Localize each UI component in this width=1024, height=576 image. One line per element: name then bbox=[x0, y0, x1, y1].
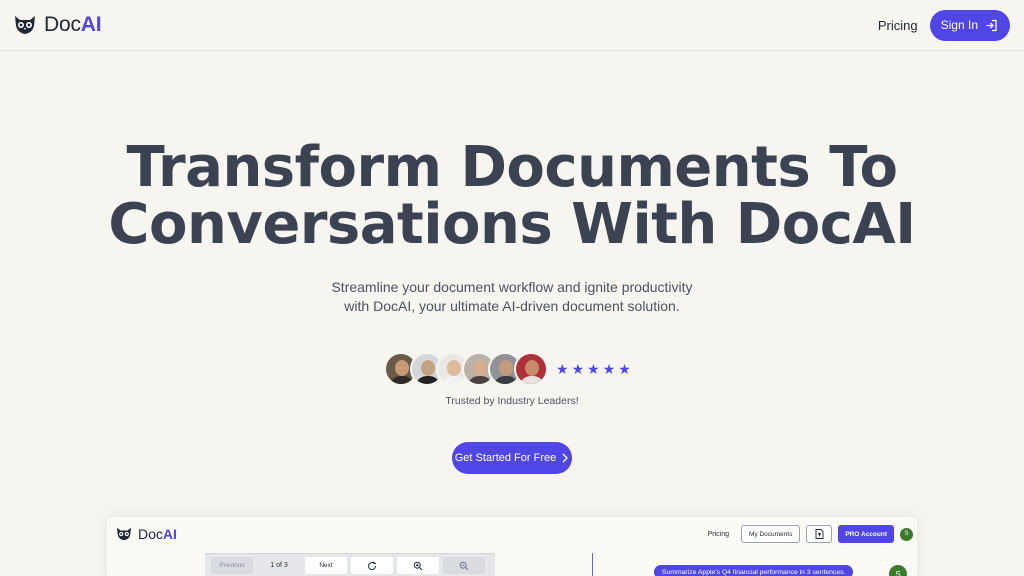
leader-avatars bbox=[384, 352, 548, 386]
brand-logo[interactable]: DocAI bbox=[14, 13, 102, 37]
top-nav: Pricing Sign In bbox=[878, 9, 1010, 41]
my-documents-button[interactable]: My Documents bbox=[740, 525, 801, 543]
sign-in-button[interactable]: Sign In bbox=[929, 9, 1010, 41]
sign-in-label: Sign In bbox=[940, 18, 978, 32]
previous-button[interactable]: Previous bbox=[211, 557, 253, 574]
pdf-toolbar: Previous 1 of 3 Next bbox=[205, 553, 495, 576]
preview-pricing-link[interactable]: Pricing bbox=[708, 531, 729, 538]
user-avatar[interactable]: S bbox=[900, 527, 913, 541]
owl-logo-icon bbox=[15, 16, 35, 34]
trust-row: ★ ★ ★ ★ ★ bbox=[384, 352, 631, 386]
star-icon: ★ bbox=[618, 361, 631, 377]
chat-message-bubble: Summarize Apple's Q4 financial performan… bbox=[654, 565, 854, 576]
preview-nav: Pricing My Documents PRO Account S bbox=[708, 525, 913, 543]
brand-name: DocAI bbox=[44, 13, 102, 36]
owl-logo-icon bbox=[117, 527, 131, 541]
get-started-label: Get Started For Free bbox=[454, 452, 557, 464]
rating-stars: ★ ★ ★ ★ ★ bbox=[556, 362, 631, 376]
preview-brand: DocAI bbox=[116, 526, 177, 542]
site-header: DocAI Pricing Sign In bbox=[0, 0, 1024, 51]
next-button[interactable]: Next bbox=[305, 557, 347, 574]
page-indicator: 1 of 3 bbox=[270, 562, 288, 569]
star-icon: ★ bbox=[571, 361, 585, 377]
sign-in-arrow-icon bbox=[986, 19, 997, 31]
pro-account-button[interactable]: PRO Account bbox=[838, 525, 894, 543]
upload-file-button[interactable] bbox=[806, 525, 833, 543]
zoom-in-icon bbox=[413, 561, 423, 570]
hero-title-line-2: Conversations With DocAI bbox=[108, 192, 916, 257]
star-icon: ★ bbox=[587, 361, 600, 377]
get-started-button[interactable]: Get Started For Free bbox=[452, 442, 572, 474]
app-preview: DocAI Pricing My Documents PRO Account S… bbox=[107, 517, 917, 576]
star-icon: ★ bbox=[602, 361, 616, 377]
zoom-out-button[interactable] bbox=[443, 557, 485, 574]
rotate-button[interactable] bbox=[351, 557, 393, 574]
avatar bbox=[514, 352, 548, 386]
pricing-link[interactable]: Pricing bbox=[878, 18, 918, 33]
star-icon: ★ bbox=[556, 361, 569, 377]
file-icon bbox=[815, 529, 824, 539]
zoom-in-button[interactable] bbox=[397, 557, 439, 574]
trusted-label: Trusted by Industry Leaders! bbox=[445, 395, 579, 407]
hero-title: Transform Documents To Conversations Wit… bbox=[0, 139, 1024, 253]
hero-subtitle-line-2: with DocAI, your ultimate AI-driven docu… bbox=[344, 298, 680, 314]
hero-subtitle: Streamline your document workflow and ig… bbox=[0, 278, 1024, 316]
hero-title-line-1: Transform Documents To bbox=[126, 135, 898, 200]
panel-divider[interactable] bbox=[592, 553, 593, 576]
hero-subtitle-line-1: Streamline your document workflow and ig… bbox=[331, 279, 693, 295]
preview-brand-name: DocAI bbox=[138, 526, 177, 542]
chevron-right-icon bbox=[562, 453, 569, 463]
rotate-icon bbox=[368, 561, 377, 570]
chat-user-avatar: S bbox=[889, 565, 907, 576]
zoom-out-icon bbox=[459, 561, 469, 570]
